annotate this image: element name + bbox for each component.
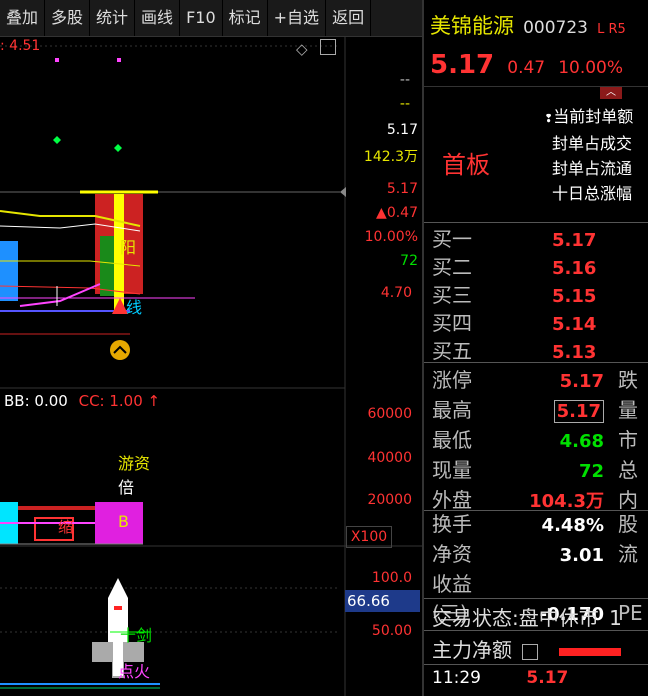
seal-line: 十日总涨幅 (552, 184, 633, 203)
label-sword: 十剑 (120, 626, 153, 645)
indicator-dot (117, 58, 121, 62)
seal-line: 封单占成交 (552, 134, 633, 153)
price-change: 0.47 (507, 58, 546, 78)
bid-row[interactable]: 买二 5.16 (432, 254, 596, 282)
back-button[interactable]: 返回 (326, 0, 372, 36)
top-toolbar: 叠加 多股 统计 画线 F10 标记 +自选 返回 (0, 0, 422, 37)
status-value: 盘中休市 (518, 606, 599, 630)
chart-mark-line: 线 (126, 298, 143, 317)
seal-line: 当前封单额 (553, 107, 634, 126)
bid-list: 买一 5.17 买二 5.16 买三 5.15 买四 5.14 买五 5.13 (432, 226, 596, 366)
status-label: 交易状态: (432, 606, 519, 630)
stat-row: 最高 5.17 量 (432, 398, 638, 423)
label-bei: 倍 (118, 478, 135, 497)
stat-row: 换手 4.48% 股 (432, 512, 638, 536)
stock-name: 美锦能源 (430, 14, 514, 38)
label-dash1: -- (399, 72, 410, 88)
indicator-header: BB: 0.00 CC: 1.00 ↑ (4, 392, 161, 410)
green-diamond (53, 136, 61, 144)
vol-axis-40000: 40000 (367, 450, 412, 466)
vol-unit: X100 (346, 526, 392, 548)
label-fire: 点火 (118, 662, 151, 681)
collapse-icon[interactable]: ︿ (600, 87, 622, 99)
trading-status: 交易状态:盘中休市 1 (432, 602, 622, 631)
main-net-bar (558, 647, 621, 656)
statistics-button[interactable]: 统计 (90, 0, 136, 36)
stat-row: 净资 3.01 流 (432, 542, 638, 566)
overlay-button[interactable]: 叠加 (0, 0, 46, 36)
status-extra: 1 (609, 606, 622, 630)
tick-time: 11:29 (432, 668, 481, 688)
label-change: ▲0.47 (376, 205, 418, 221)
axis-current: 66.66 (345, 590, 420, 612)
indicator-dot (55, 58, 59, 62)
stock-code: 000723 (523, 18, 588, 38)
bid-row[interactable]: 买一 5.17 (432, 226, 596, 254)
stock-tag: L R5 (597, 22, 626, 37)
add-watchlist-button[interactable]: +自选 (268, 0, 327, 36)
tick-row: 11:29 5.17 (432, 668, 568, 688)
label-72: 72 (400, 253, 418, 269)
label-price2: 5.17 (386, 181, 418, 197)
stock-header: 美锦能源 000723 L R5 (430, 10, 626, 40)
mark-button[interactable]: 标记 (223, 0, 268, 36)
top-indicator: : 4.51 (0, 38, 40, 54)
stat-row: 现量 72 总 (432, 458, 638, 482)
bb-value: BB: 0.00 (4, 392, 68, 410)
axis-100: 100.0 (371, 570, 412, 586)
f10-button[interactable]: F10 (180, 0, 223, 36)
stat-row: 涨停 5.17 跌 (432, 368, 638, 392)
up-arrow-marker (110, 340, 130, 360)
main-net-label: 主力净额 (432, 638, 512, 662)
seal-line: 封单占流通 (552, 159, 633, 178)
label-suo: 缩 (58, 518, 74, 536)
bid-row[interactable]: 买四 5.14 (432, 310, 596, 338)
cc-value: CC: 1.00 (78, 392, 143, 410)
vol-axis-60000: 60000 (367, 406, 412, 422)
stat-row: 最低 4.68 市 (432, 428, 638, 452)
draw-line-button[interactable]: 画线 (135, 0, 181, 36)
board-label: 首板 (442, 151, 490, 179)
kline-chart[interactable]: : 4.51 ◇ -- -- 5.17 142.3万 5.17 ▲0.47 10… (0, 36, 422, 696)
price-change-pct: 10.00% (558, 58, 624, 78)
diamond-icon[interactable]: ◇ (296, 40, 308, 58)
green-diamond (114, 144, 122, 152)
chart-mark-yang: 阳 (120, 238, 137, 257)
label-youzi: 游资 (118, 454, 151, 473)
tick-price: 5.17 (526, 668, 569, 688)
multi-stock-button[interactable]: 多股 (45, 0, 91, 36)
current-price: 5.17 (430, 50, 495, 80)
label-low: 4.70 (380, 285, 412, 301)
main-net-row[interactable]: 主力净额 (432, 634, 621, 663)
label-price: 5.17 (386, 122, 418, 138)
label-change-pct: 10.00% (364, 229, 418, 245)
label-volume: 142.3万 (363, 149, 418, 165)
quote-panel: 美锦能源 000723 L R5 5.17 0.47 10.00% ︿ 首板 ❢… (422, 0, 648, 696)
label-dash2: -- (399, 96, 410, 112)
indicator-value: : 4.51 (0, 38, 41, 54)
stats-block: 涨停 5.17 跌 最高 5.17 量 最低 4.68 市 现量 72 总 外盘 104.3万内 (432, 366, 648, 516)
label-b: B (118, 512, 129, 531)
bid-row[interactable]: 买三 5.15 (432, 282, 596, 310)
window-icon[interactable] (320, 39, 336, 55)
vol-axis-20000: 20000 (367, 492, 412, 508)
seal-info: ❢当前封单额 封单占成交 封单占流通 十日总涨幅 (544, 104, 634, 206)
list-icon[interactable] (522, 643, 539, 660)
axis-50: 50.00 (371, 623, 412, 639)
price-line: 5.17 0.47 10.00% (430, 50, 623, 80)
